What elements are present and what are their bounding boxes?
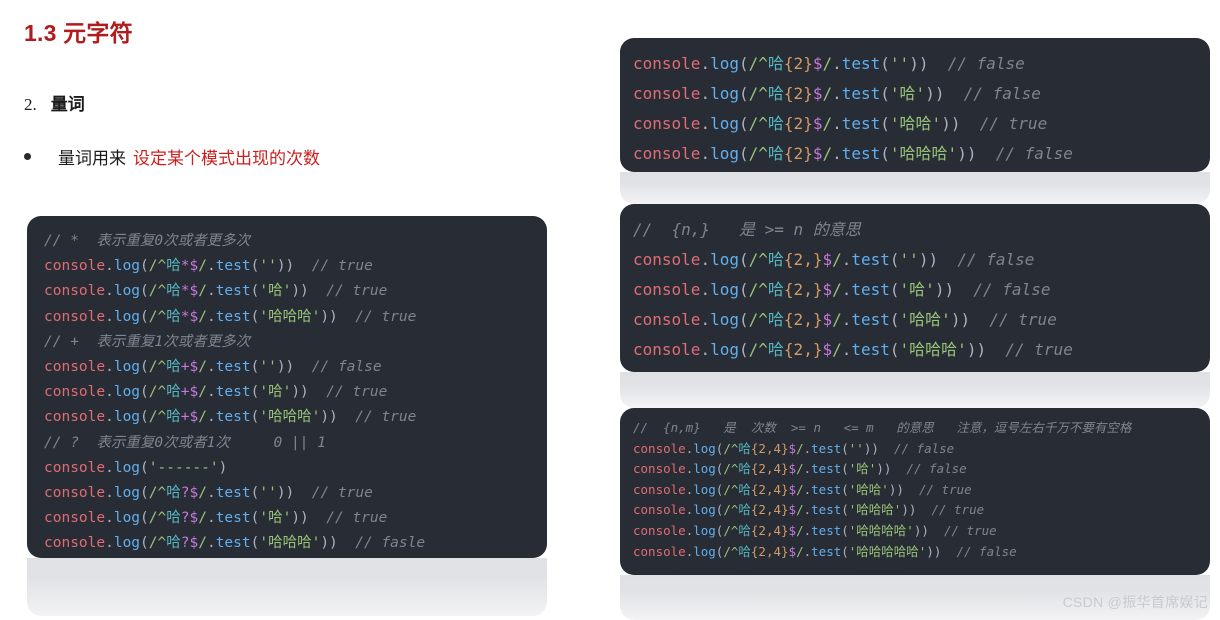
code-block-reflection-middle-right: console.log(/^哈{2,}$/.test('哈哈哈')) // tr… — [620, 372, 1210, 408]
page-title: 1.3 元字符 — [24, 20, 133, 46]
bullet-highlight-text: 设定某个模式出现的次数 — [133, 149, 320, 168]
bullet-text: 量词用来 — [58, 149, 126, 168]
section-heading: 2. 量词 — [24, 90, 85, 115]
reflection-fade-overlay — [620, 172, 1210, 204]
code-content: // * 表示重复0次或者更多次 console.log(/^哈*$/.test… — [44, 233, 426, 552]
code-block-n-to-m: // {n,m} 是 次数 >= n <= m 的意思 注意，逗号左右千万不要有… — [620, 408, 1210, 575]
code-content: // {n,m} 是 次数 >= n <= m 的意思 注意，逗号左右千万不要有… — [633, 420, 1132, 559]
code-content: console.log(/^哈{2}$/.test('')) // false … — [633, 54, 1073, 163]
code-block-n-or-more: // {n,} 是 >= n 的意思 console.log(/^哈{2,}$/… — [620, 204, 1210, 372]
watermark: CSDN @振华首席娱记 — [1062, 594, 1208, 610]
bullet-dot-icon — [24, 153, 31, 160]
bullet-list-item: 量词用来 设定某个模式出现的次数 — [24, 144, 320, 169]
code-block-reflection-top-right: console.log(/^哈{2}$/.test('哈哈哈')) // fal… — [620, 172, 1210, 204]
reflection-fade-overlay — [620, 372, 1210, 408]
reflection-fade-overlay — [27, 558, 547, 616]
code-block-star-plus-question: // * 表示重复0次或者更多次 console.log(/^哈*$/.test… — [27, 216, 547, 558]
code-block-reflection-left: console.log(/^哈?$/.test('')) // true con… — [27, 558, 547, 616]
section-heading-label: 量词 — [50, 95, 85, 114]
code-block-exact-n: console.log(/^哈{2}$/.test('')) // false … — [620, 38, 1210, 172]
section-number: 2. — [24, 95, 37, 114]
code-content: // {n,} 是 >= n 的意思 console.log(/^哈{2,}$/… — [633, 220, 1073, 359]
